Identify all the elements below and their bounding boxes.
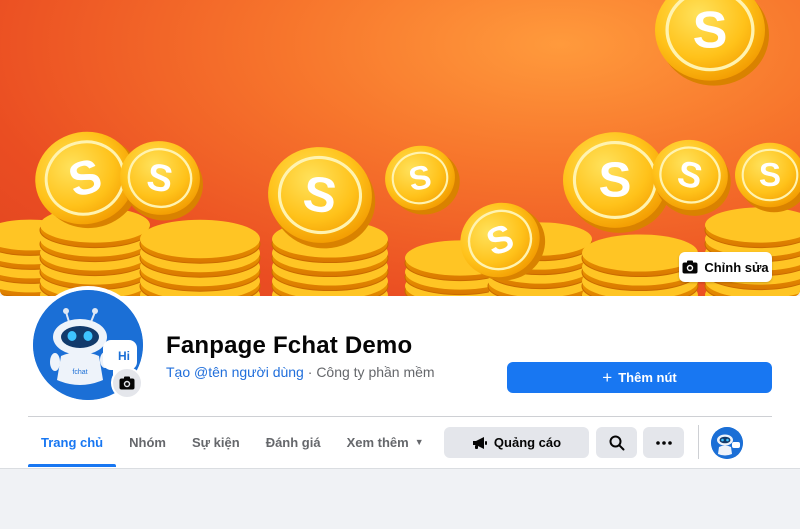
add-button-label: Thêm nút — [618, 370, 677, 385]
plus-icon: + — [602, 368, 613, 387]
search-icon — [609, 435, 624, 450]
avatar-brand-text: fchat — [72, 369, 87, 376]
edit-cover-label: Chỉnh sửa — [704, 259, 769, 275]
megaphone-icon — [472, 436, 487, 449]
more-options-button[interactable] — [643, 427, 684, 458]
page-title: Fanpage Fchat Demo — [166, 332, 413, 359]
page-category: Công ty phần mềm — [316, 364, 435, 380]
more-icon — [655, 440, 672, 445]
search-button[interactable] — [596, 427, 637, 458]
svg-text:S: S — [693, 2, 728, 60]
page-subline: Tạo @tên người dùng · Công ty phần mềm — [166, 364, 435, 380]
subline-separator: · — [303, 364, 317, 380]
header-bottom-border — [0, 468, 800, 469]
svg-text:S: S — [759, 157, 781, 194]
tab-label: Xem thêm — [346, 434, 409, 450]
camera-icon — [119, 376, 135, 390]
advertise-button[interactable]: Quảng cáo — [444, 427, 589, 458]
svg-text:S: S — [599, 153, 632, 208]
tab-label: Sự kiện — [191, 434, 240, 450]
avatar-hi-text: Hi — [118, 349, 130, 363]
switch-profile-avatar[interactable] — [711, 427, 743, 459]
update-profile-picture-button[interactable] — [111, 367, 143, 399]
vertical-separator — [698, 425, 699, 459]
tab-label: Trang chủ — [41, 434, 104, 450]
coin-illustration: S S S S S SSSS — [0, 0, 800, 296]
camera-icon — [682, 260, 698, 274]
tab-label: Nhóm — [129, 434, 166, 450]
tab-more[interactable]: Xem thêm ▼ — [334, 417, 437, 467]
edit-cover-button[interactable]: Chỉnh sửa — [679, 252, 772, 282]
cover-photo[interactable]: SSSSSSSSS Chỉnh sửa — [0, 0, 800, 296]
tab-label: Đánh giá — [265, 434, 321, 450]
advertise-label: Quảng cáo — [493, 435, 562, 450]
tab-events[interactable]: Sự kiện — [179, 417, 253, 467]
tab-reviews[interactable]: Đánh giá — [253, 417, 334, 467]
robot-icon — [711, 427, 743, 459]
tab-groups[interactable]: Nhóm — [116, 417, 179, 467]
tab-home[interactable]: Trang chủ — [28, 417, 117, 467]
add-button-cta[interactable]: + Thêm nút — [507, 362, 772, 393]
create-username-link[interactable]: Tạo @tên người dùng — [166, 364, 304, 380]
facebook-page-header: SSSSSSSSS Chỉnh sửa fchat Hi Fanpage Fch… — [0, 0, 800, 529]
caret-down-icon: ▼ — [414, 437, 424, 447]
page-tabs: Trang chủ Nhóm Sự kiện Đánh giá Xem thêm… — [28, 417, 437, 467]
